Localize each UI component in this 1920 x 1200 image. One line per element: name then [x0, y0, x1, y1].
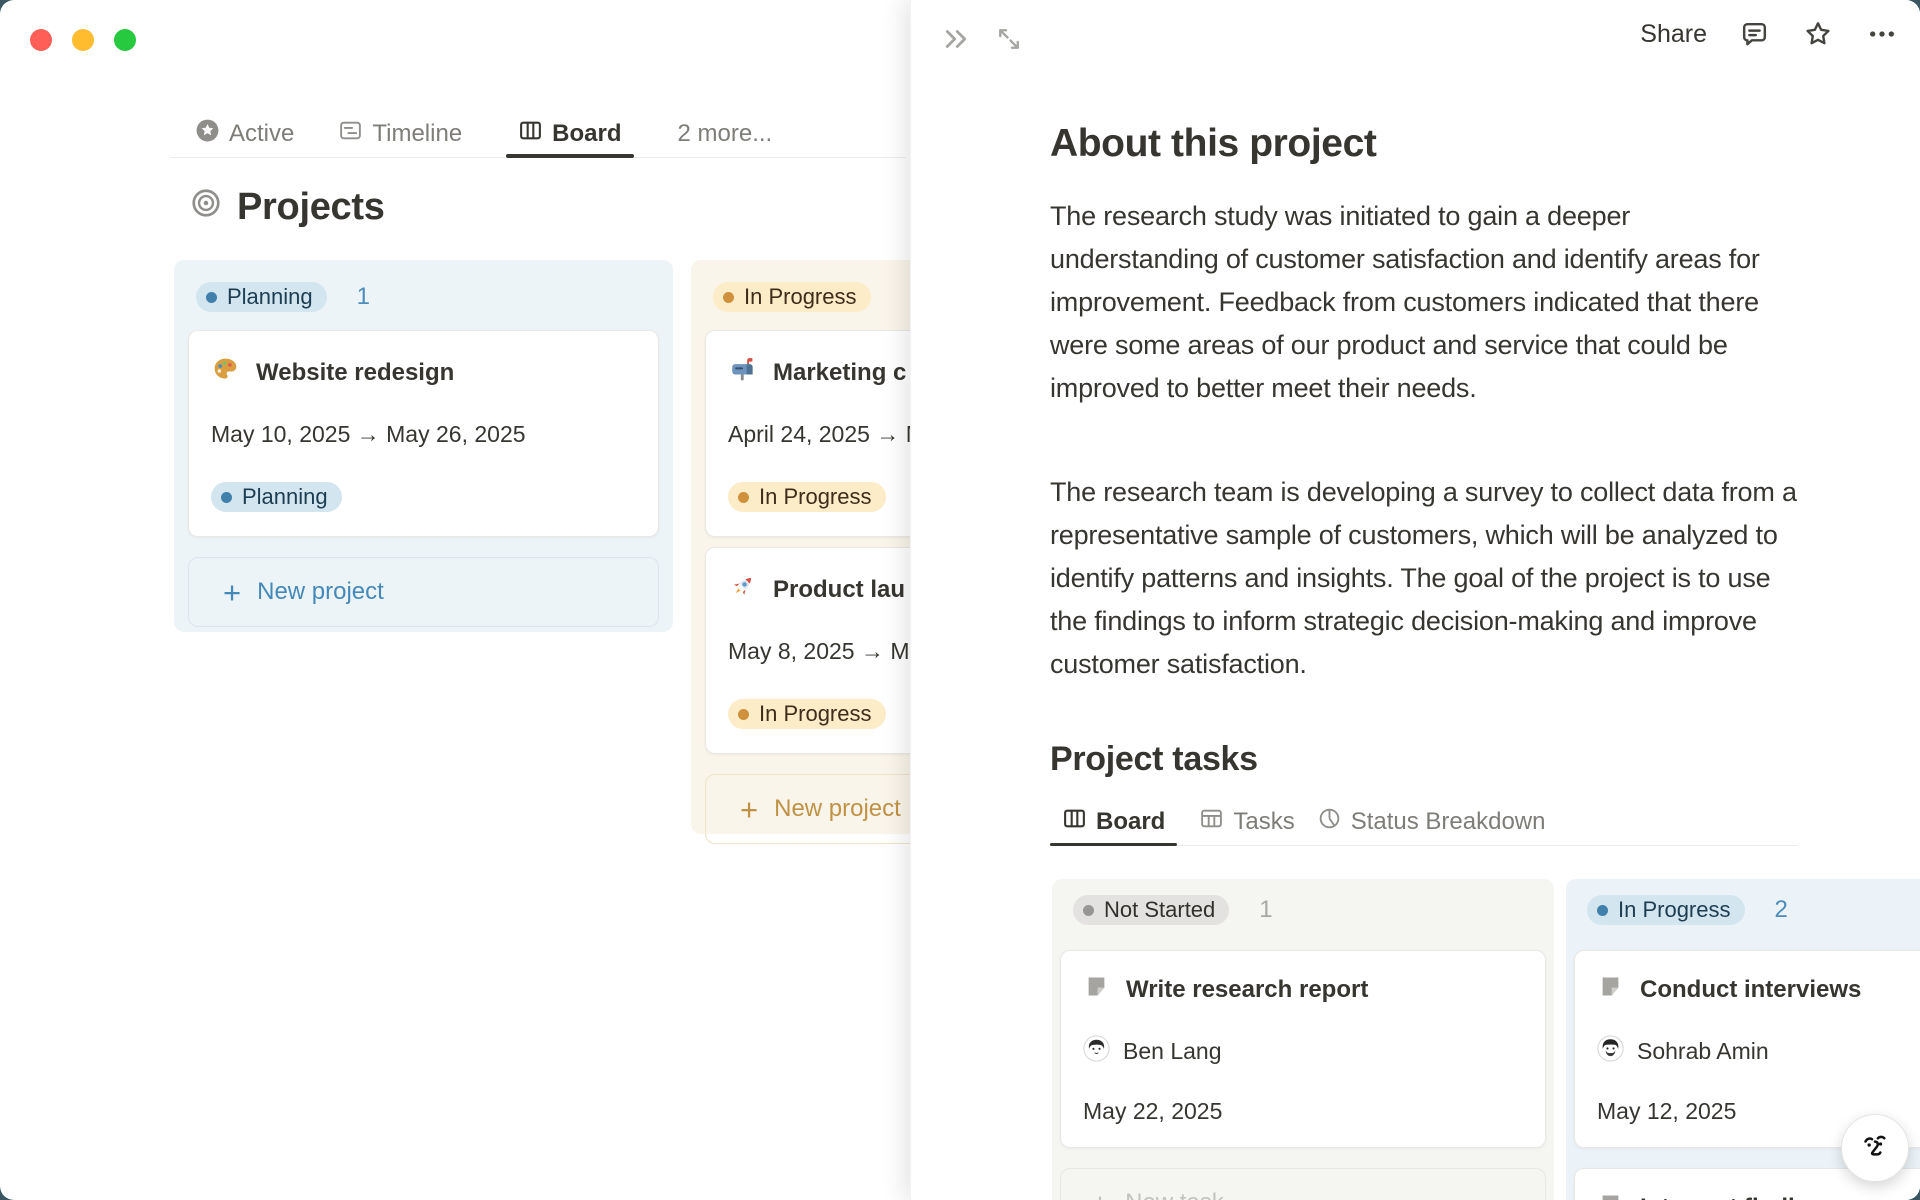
side-peek-panel: Share About this project The research st… — [910, 0, 1920, 1200]
ai-assistant-button[interactable] — [1841, 1114, 1909, 1182]
status-pill-in-progress[interactable]: In Progress — [1587, 895, 1745, 925]
palette-icon — [211, 355, 240, 391]
board-icon — [1062, 806, 1087, 838]
tab-tasks-board[interactable]: Board — [1050, 799, 1178, 846]
assignee-row: Sohrab Amin — [1597, 1035, 1915, 1068]
tab-board-view[interactable]: Board — [506, 110, 634, 158]
target-icon — [190, 186, 222, 229]
tab-label: Tasks — [1233, 808, 1295, 835]
page-icon — [1597, 973, 1624, 1007]
tab-label: Active — [229, 119, 295, 147]
new-task-button[interactable]: + New task — [1060, 1168, 1546, 1200]
minimize-window-button[interactable] — [72, 29, 94, 51]
card-title: Write research report — [1126, 976, 1369, 1003]
about-paragraph-1: The research study was initiated to gain… — [1050, 201, 1760, 403]
project-tasks-heading: Project tasks — [1050, 740, 1258, 779]
new-project-button-planning[interactable]: + New project — [188, 557, 659, 627]
ai-face-icon — [1855, 1126, 1895, 1171]
expand-page-icon[interactable] — [995, 25, 1023, 53]
page-icon — [1083, 973, 1110, 1007]
column-count: 1 — [356, 283, 370, 310]
favorite-star-icon[interactable] — [1802, 18, 1834, 50]
status-dot — [723, 291, 734, 303]
task-column-not-started: Not Started 1 Write research report Ben … — [1052, 879, 1554, 1200]
tab-label: 2 more... — [677, 119, 773, 147]
card-status-tag: In Progress — [728, 699, 886, 729]
card-date-range: May 10, 2025 → May 26, 2025 — [211, 421, 526, 447]
mailbox-icon — [728, 355, 757, 391]
status-pill-in-progress[interactable]: In Progress — [713, 282, 871, 312]
plus-icon: + — [1091, 1188, 1109, 1200]
timeline-icon — [338, 118, 363, 150]
close-window-button[interactable] — [30, 29, 52, 51]
column-header: Not Started 1 — [1073, 895, 1546, 925]
close-peek-icon[interactable] — [941, 24, 971, 54]
task-card-write-research-report[interactable]: Write research report Ben Lang May 22, 2… — [1060, 950, 1546, 1148]
tab-more-views[interactable]: 2 more... — [678, 110, 773, 157]
column-header: Planning 1 — [196, 282, 659, 312]
panel-toolbar-left — [941, 24, 1023, 54]
panel-toolbar-right: Share — [1640, 18, 1898, 50]
about-heading: About this project — [1050, 122, 1377, 166]
database-title: Projects — [190, 186, 385, 229]
window-controls — [30, 29, 136, 51]
assignee-name: Ben Lang — [1123, 1038, 1222, 1064]
plus-icon: + — [740, 791, 759, 827]
column-header: In Progress 2 — [1587, 895, 1920, 925]
tasks-view-tabs: Board Tasks Status Breakdown — [1050, 799, 1798, 846]
avatar-ben-lang — [1083, 1035, 1110, 1068]
card-title: Conduct interviews — [1640, 976, 1862, 1003]
column-count: 1 — [1259, 896, 1273, 923]
board-icon — [518, 118, 543, 150]
about-paragraph-2: The research team is developing a survey… — [1050, 477, 1797, 679]
table-icon — [1199, 806, 1224, 838]
status-pill-planning[interactable]: Planning — [196, 282, 327, 312]
zoom-window-button[interactable] — [114, 29, 136, 51]
status-dot — [1083, 904, 1094, 916]
board-column-planning: Planning 1 Website redesign May 10, 2025… — [174, 260, 673, 632]
page-icon — [1597, 1191, 1624, 1200]
tab-status-breakdown[interactable]: Status Breakdown — [1317, 799, 1546, 845]
tab-label: Status Breakdown — [1350, 808, 1546, 835]
pie-chart-icon — [1317, 806, 1342, 838]
tab-tasks-table[interactable]: Tasks — [1199, 799, 1295, 845]
column-count: 2 — [1774, 896, 1788, 923]
card-title: Product lau — [773, 576, 906, 603]
card-date: May 22, 2025 — [1083, 1098, 1223, 1124]
tab-timeline-view[interactable]: Timeline — [338, 110, 462, 157]
card-title: Marketing c — [773, 359, 907, 386]
card-status-tag: In Progress — [728, 482, 886, 512]
star-circle-icon — [195, 118, 220, 150]
project-card-website-redesign[interactable]: Website redesign May 10, 2025 → May 26, … — [188, 330, 659, 537]
database-view-tabs: Active Timeline Board 2 more... — [170, 110, 906, 158]
rocket-icon — [728, 572, 757, 608]
tab-active-view[interactable]: Active — [195, 110, 294, 157]
tab-label: Board — [1096, 808, 1166, 835]
avatar-sohrab-amin — [1597, 1035, 1624, 1068]
status-dot — [206, 291, 217, 303]
card-title: Interpret findings — [1640, 1194, 1837, 1200]
tab-label: Board — [552, 119, 622, 147]
status-dot — [1597, 904, 1608, 916]
comments-icon[interactable] — [1739, 19, 1770, 50]
card-title: Website redesign — [256, 359, 455, 386]
status-pill-not-started[interactable]: Not Started — [1073, 895, 1230, 925]
assignee-name: Sohrab Amin — [1637, 1038, 1769, 1064]
assignee-row: Ben Lang — [1083, 1035, 1523, 1068]
share-button[interactable]: Share — [1640, 20, 1707, 49]
page-title: Projects — [237, 186, 385, 228]
plus-icon: + — [223, 574, 242, 610]
card-status-tag: Planning — [211, 482, 342, 512]
more-options-icon[interactable] — [1866, 18, 1898, 50]
tab-label: Timeline — [372, 119, 463, 147]
app-window: Active Timeline Board 2 more... Projects… — [0, 0, 1920, 1200]
